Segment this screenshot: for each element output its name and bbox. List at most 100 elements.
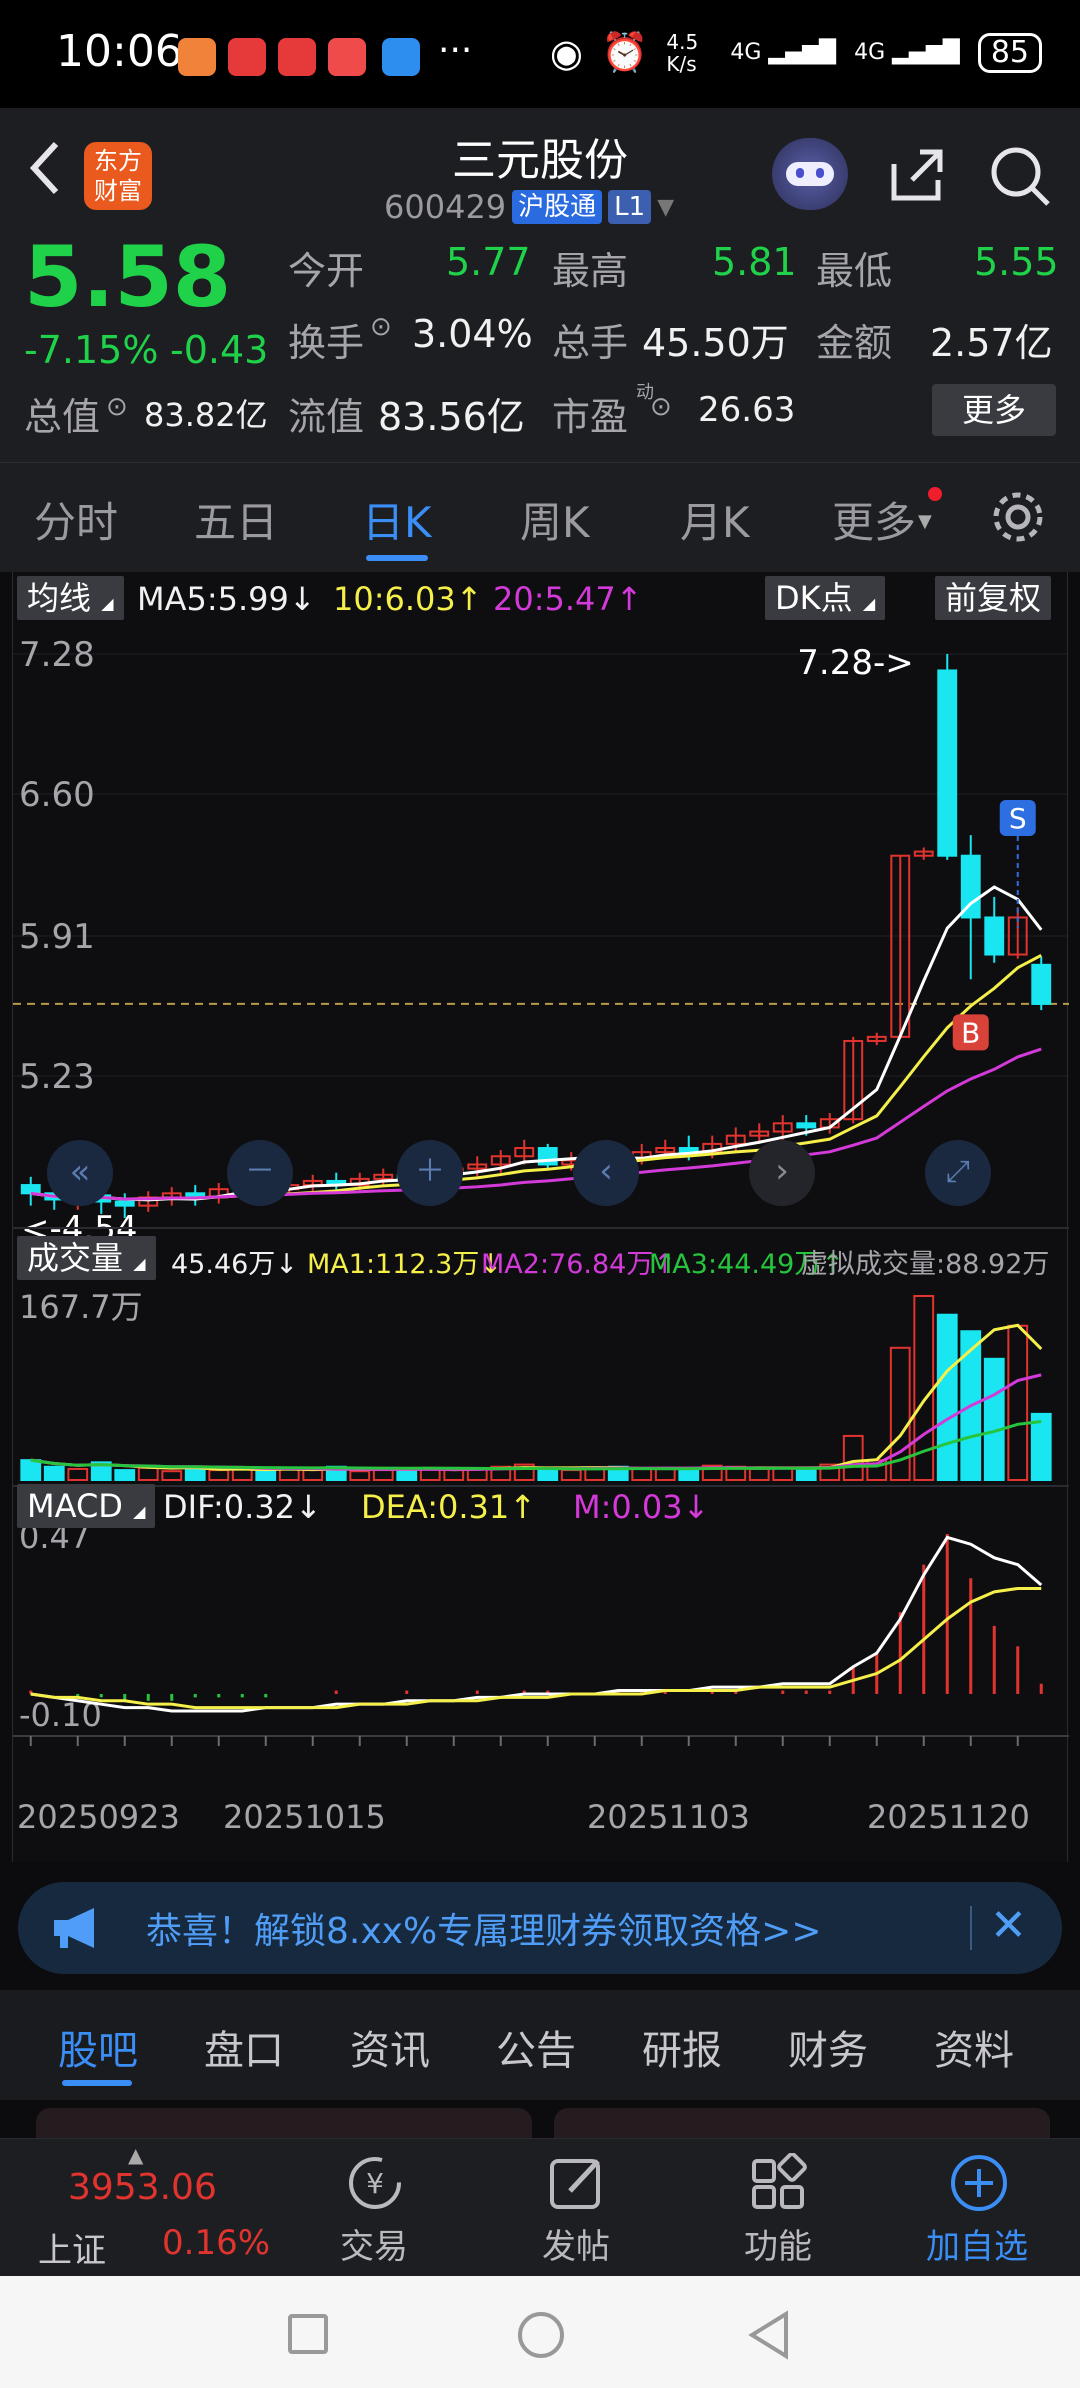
candle-body — [937, 669, 958, 857]
turnover-value: 3.04% — [412, 312, 533, 356]
home-icon[interactable] — [518, 2312, 564, 2358]
tab-news[interactable]: 资讯 — [350, 2018, 430, 2076]
volume-bar — [43, 1465, 65, 1481]
volume-bar — [842, 1434, 864, 1482]
volume-bar — [443, 1469, 465, 1482]
megaphone-icon — [50, 1904, 106, 1956]
back-nav-icon[interactable] — [746, 2310, 790, 2364]
add-watchlist-icon — [948, 2153, 1010, 2217]
red-dot-badge — [928, 487, 942, 501]
y-tick-label: 7.28 — [19, 635, 95, 675]
system-nav-bar — [0, 2276, 1080, 2388]
tab-pankou[interactable]: 盘口 — [204, 2018, 284, 2076]
nav-post[interactable]: 发帖 — [542, 2219, 610, 2268]
indicator-selector[interactable]: 均线 ◢ — [17, 576, 124, 620]
tab-guba[interactable]: 股吧 — [58, 2018, 138, 2076]
compose-post-icon — [546, 2153, 608, 2217]
chevron-down-icon: ▼ — [657, 194, 675, 220]
adjust-selector[interactable]: 前复权 — [935, 576, 1052, 620]
stock-code: 600429 — [384, 188, 507, 226]
nav-trade[interactable]: 交易 — [340, 2219, 408, 2268]
tab-intraday[interactable]: 分时 — [34, 489, 118, 550]
high-label: 最高 — [552, 249, 629, 293]
robot-assistant-icon[interactable] — [772, 138, 848, 210]
x-date: 20251120 — [867, 1798, 1030, 1836]
volume-selector[interactable]: 成交量 ◢ — [17, 1236, 156, 1280]
ma10-legend: 10:6.03↑ — [333, 580, 483, 618]
tab-profile[interactable]: 资料 — [934, 2018, 1014, 2076]
info-icon[interactable]: ⊙ — [650, 392, 672, 422]
tab-monthly-k[interactable]: 月K — [680, 489, 750, 550]
tab-financials[interactable]: 财务 — [788, 2018, 868, 2076]
settings-gear-icon[interactable] — [990, 489, 1046, 549]
volume-bar — [795, 1469, 817, 1482]
signal-icon: 4G ▂▄▆█ — [854, 40, 960, 65]
content-card — [554, 2108, 1050, 2138]
notification-app-icon — [228, 38, 266, 76]
volume-bar — [208, 1469, 230, 1482]
share-icon[interactable] — [886, 144, 946, 208]
macd-dif: DIF:0.32↓ — [163, 1488, 322, 1526]
svg-text:¥: ¥ — [366, 2167, 384, 2200]
more-notifications-icon: ··· — [438, 30, 473, 71]
index-value[interactable]: 3953.06 — [68, 2167, 217, 2208]
divider — [970, 1906, 972, 1950]
ma20-line — [30, 1047, 1042, 1201]
tab-research[interactable]: 研报 — [642, 2018, 722, 2076]
macd-selector[interactable]: MACD ◢ — [17, 1484, 156, 1528]
fullscreen-icon[interactable]: ⤢ — [925, 1140, 991, 1206]
pe-value: 26.63 — [698, 390, 796, 430]
macd-dea: DEA:0.31↑ — [361, 1488, 537, 1526]
battery-icon: 85 — [977, 32, 1042, 73]
volume-bar — [678, 1469, 700, 1482]
open-value: 5.77 — [446, 240, 531, 284]
tab-five-day[interactable]: 五日 — [194, 489, 278, 550]
scroll-left-icon[interactable]: ‹ — [573, 1140, 639, 1206]
tab-more[interactable]: 更多 — [832, 489, 916, 550]
nav-functions[interactable]: 功能 — [744, 2219, 812, 2268]
ma5-line — [30, 885, 1043, 1202]
info-icon[interactable]: ⊙ — [370, 312, 392, 342]
volume-bar — [20, 1459, 42, 1481]
zoom-out-icon[interactable]: － — [227, 1140, 293, 1206]
nav-add-watchlist[interactable]: 加自选 — [926, 2219, 1028, 2268]
search-icon[interactable] — [988, 144, 1052, 212]
candle-body — [20, 1184, 41, 1195]
market-badge: 沪股通 — [512, 190, 603, 224]
turnover-label: 换手 — [288, 321, 365, 365]
quote-panel: 5.58 -7.15% -0.43 今开 5.77 最高 5.81 最低 5.5… — [0, 228, 1080, 462]
dk-point-selector[interactable]: DK点 ◢ — [765, 576, 886, 620]
macd-dif-line — [30, 1535, 1043, 1713]
mktcap-label: 总值 — [24, 395, 101, 439]
low-value: 5.55 — [974, 240, 1059, 284]
macd-m: M:0.03↓ — [573, 1488, 710, 1526]
volume-bar — [560, 1469, 582, 1482]
candle-body — [1031, 963, 1052, 1005]
volume-bar — [631, 1467, 653, 1482]
index-name: 上证 — [38, 2231, 106, 2271]
volume-label: 总手 — [552, 321, 629, 365]
tab-weekly-k[interactable]: 周K — [520, 489, 590, 550]
scroll-right-icon[interactable]: › — [749, 1140, 815, 1206]
volume-bar — [302, 1469, 324, 1482]
max-price-marker: 7.28-> — [797, 643, 913, 683]
tab-announcements[interactable]: 公告 — [496, 2018, 576, 2076]
notification-app-icon — [178, 38, 216, 76]
high-value: 5.81 — [712, 240, 797, 284]
amount-label: 金额 — [816, 321, 893, 365]
expand-up-icon[interactable]: ▲ — [128, 2143, 143, 2167]
more-quote-button[interactable]: 更多 — [932, 384, 1056, 436]
zoom-in-icon[interactable]: ＋ — [397, 1140, 463, 1206]
kline-chart-area[interactable]: 均线 ◢ MA5:5.99↓ 10:6.03↑ 20:5.47↑ DK点 ◢ 前… — [12, 572, 1069, 1862]
tab-daily-k[interactable]: 日K — [362, 489, 432, 550]
volume-bar — [983, 1357, 1005, 1481]
close-icon[interactable]: ✕ — [990, 1900, 1027, 1951]
mktcap-value: 83.82亿 — [144, 396, 268, 434]
status-bar: 10:06 ··· ◉ ⏰ 4.5 K/s 4G ▂▄▆█ 4G ▂▄▆█ 85 — [0, 0, 1080, 108]
info-icon[interactable]: ⊙ — [106, 392, 128, 422]
recents-icon[interactable] — [288, 2314, 328, 2354]
volume-bar — [1007, 1324, 1029, 1481]
scroll-left-fast-icon[interactable]: « — [47, 1140, 113, 1206]
promo-banner[interactable]: 恭喜！解锁8.xx%专属理财券领取资格>> ✕ — [18, 1882, 1062, 1974]
stock-code-row[interactable]: 600429 沪股通 L1 ▼ — [384, 188, 674, 226]
